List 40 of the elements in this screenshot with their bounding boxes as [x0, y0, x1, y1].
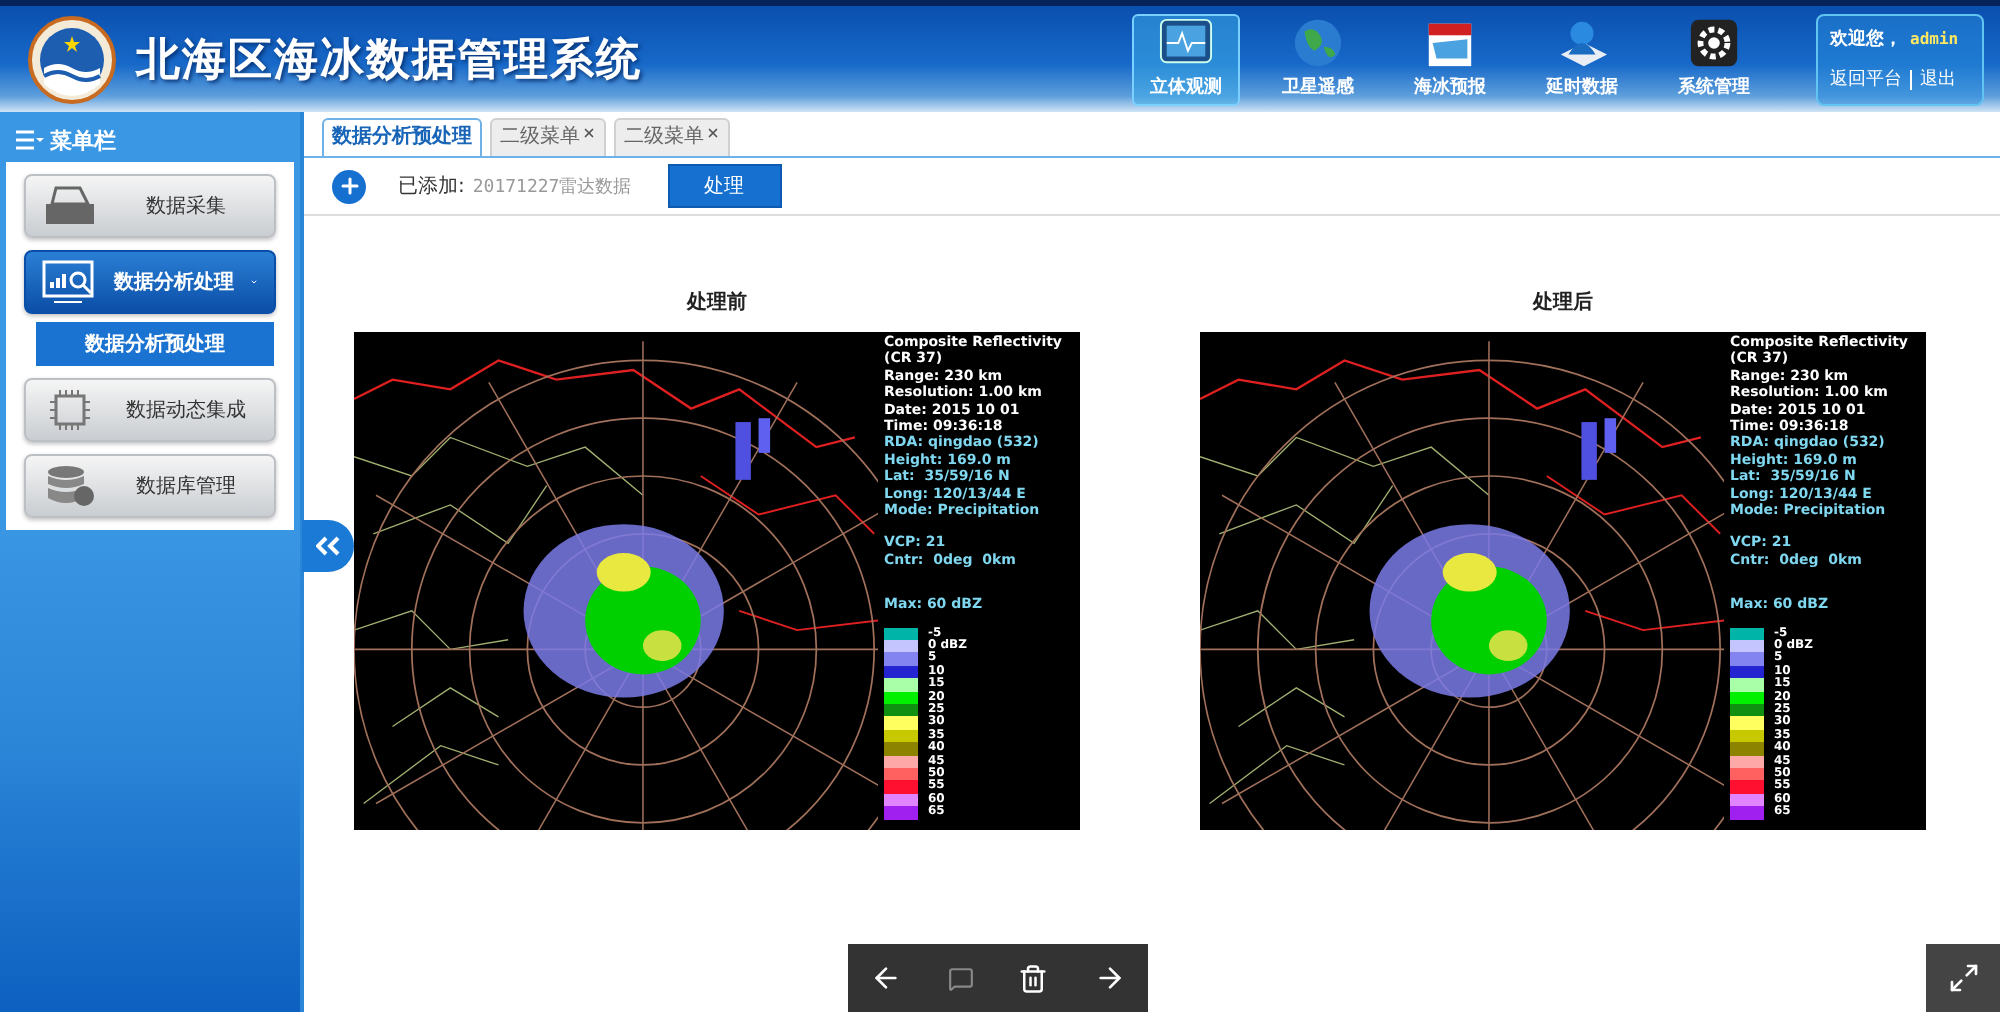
printer-icon [42, 184, 98, 228]
user-name: admin [1910, 30, 1959, 48]
panel-title: 处理后 [1533, 292, 1593, 318]
nav-item[interactable]: 卫星遥感 [1264, 13, 1372, 105]
process-button[interactable]: 处理 [667, 164, 782, 208]
database-icon [42, 464, 98, 508]
panel-title: 处理前 [687, 292, 747, 318]
header-link[interactable]: 退出 [1920, 66, 1956, 92]
monitor-icon [1156, 15, 1216, 69]
expand-icon [1947, 962, 1979, 994]
close-icon[interactable] [706, 126, 720, 140]
greeting-text: 欢迎您， [1830, 26, 1902, 52]
add-button[interactable] [332, 169, 366, 203]
nav-item[interactable]: 立体观测 [1132, 13, 1240, 105]
submenu-item[interactable]: 数据分析预处理 [36, 322, 274, 366]
monitor-chart-icon [42, 260, 98, 304]
collapse-button[interactable] [302, 520, 354, 572]
double-chevron-icon [316, 536, 340, 556]
header-link[interactable]: 返回平台 [1830, 66, 1902, 92]
fullscreen-button[interactable] [1926, 944, 2000, 1012]
sidebar-title: 菜单栏 [50, 125, 116, 155]
nav-item[interactable]: 海冰预报 [1396, 13, 1504, 105]
close-icon[interactable] [582, 126, 596, 140]
sidebar-item[interactable]: 数据分析处理 [24, 250, 276, 314]
nav-item[interactable]: 系统管理 [1660, 13, 1768, 105]
tab[interactable]: 二级菜单 [614, 118, 730, 156]
trash-icon [1018, 963, 1049, 993]
menu-icon[interactable] [16, 130, 44, 150]
added-file: 20171227雷达数据 [472, 175, 632, 199]
added-label: 已添加: [398, 173, 465, 200]
sidebar-item[interactable]: 数据动态集成 [24, 378, 276, 442]
sidebar-item[interactable]: 数据采集 [24, 174, 276, 238]
logo-icon [28, 15, 116, 103]
nav-item[interactable]: 延时数据 [1528, 13, 1636, 105]
comment-icon [947, 965, 974, 991]
app-title: 北海区海冰数据管理系统 [136, 33, 642, 89]
tab[interactable]: 二级菜单 [490, 118, 606, 156]
plus-icon [337, 174, 361, 198]
sidebar-item[interactable]: 数据库管理 [24, 454, 276, 518]
tab[interactable]: 数据分析预处理 [322, 118, 482, 156]
